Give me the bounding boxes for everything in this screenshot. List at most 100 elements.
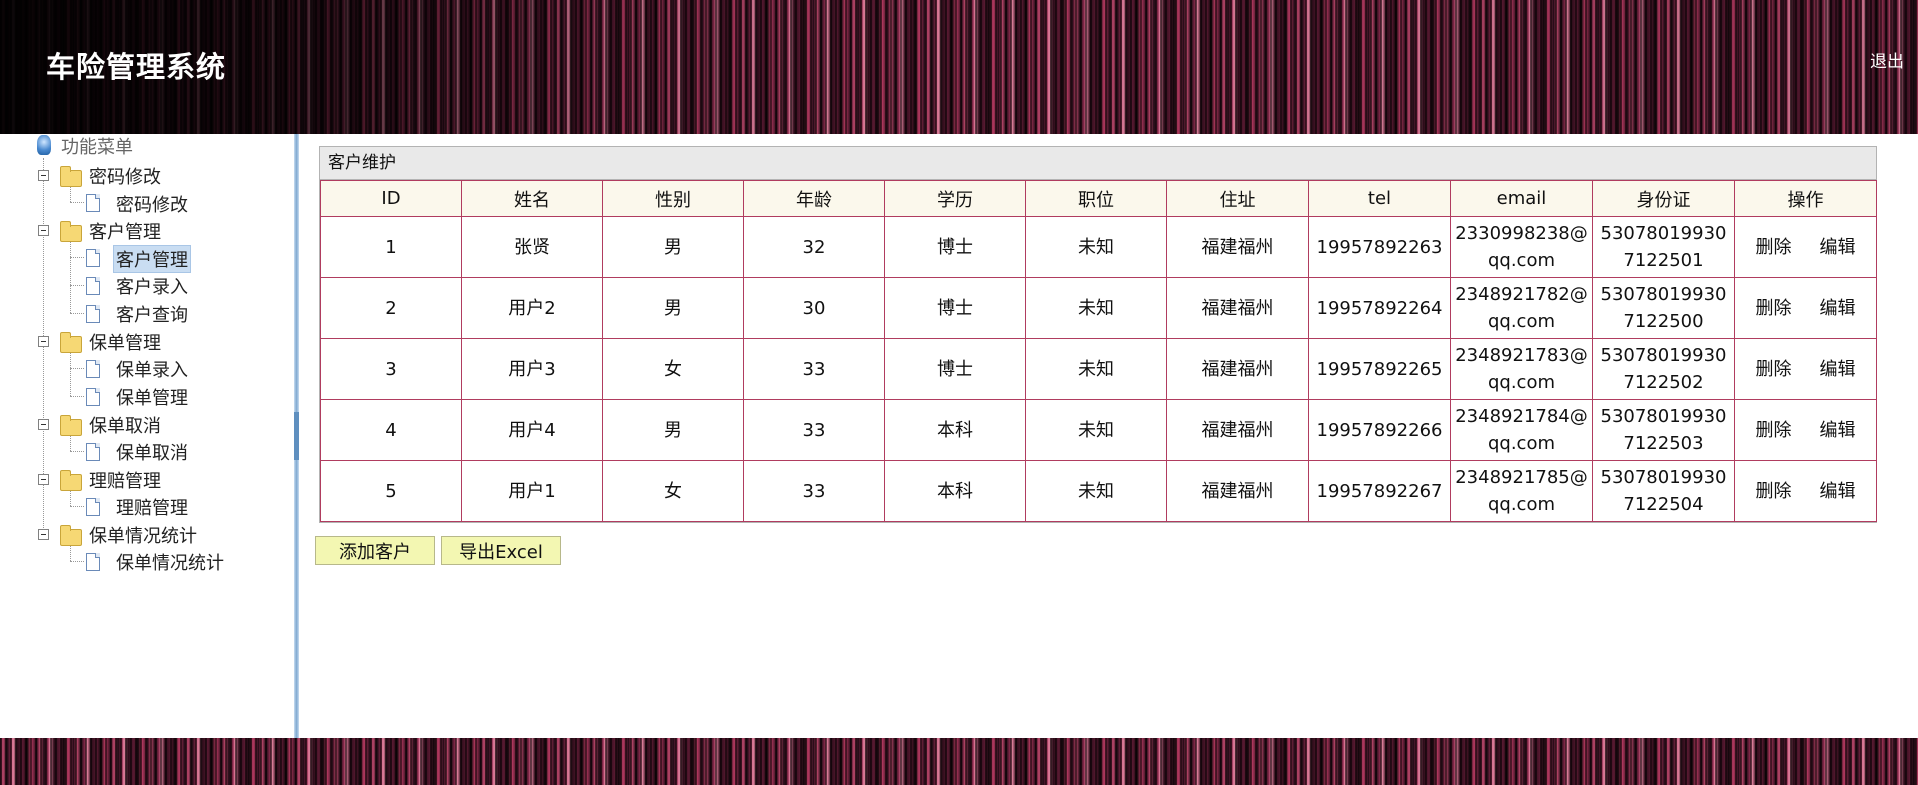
delete-link[interactable]: 删除: [1756, 420, 1792, 441]
cell-id: 2: [320, 277, 462, 339]
menu-item-customer-query[interactable]: 客户查询: [116, 301, 188, 327]
cell-name: 用户1: [461, 460, 603, 522]
cell-email: 2330998238@qq.com: [1450, 216, 1593, 278]
tree-branch-line: [70, 202, 84, 203]
cell-name: 用户4: [461, 399, 603, 461]
collapse-toggle-icon[interactable]: [38, 529, 49, 540]
menu-item-policy-manage[interactable]: 保单管理: [116, 384, 188, 410]
cell-education: 博士: [884, 338, 1026, 400]
cell-education: 博士: [884, 277, 1026, 339]
menu-item-policy-stats[interactable]: 保单情况统计: [116, 549, 224, 575]
page-icon: [86, 360, 100, 378]
collapse-toggle-icon[interactable]: [38, 336, 49, 347]
menu-item-customer-entry[interactable]: 客户录入: [116, 273, 188, 299]
collapse-toggle-icon[interactable]: [38, 419, 49, 430]
cell-address: 福建福州: [1166, 338, 1309, 400]
collapse-toggle-icon[interactable]: [38, 474, 49, 485]
menu-item-claims-manage[interactable]: 理赔管理: [116, 494, 188, 520]
column-header: 操作: [1734, 180, 1877, 217]
page-icon: [86, 277, 100, 295]
table-row: 5 用户1 女 33 本科 未知 福建福州 19957892267 234892…: [320, 460, 1877, 522]
table-header-row: ID 姓名 性别 年龄 学历 职位 住址 tel email 身份证 操作: [320, 180, 1877, 217]
tree-branch-line: [70, 506, 84, 507]
cell-age: 32: [743, 216, 885, 278]
collapse-toggle-icon[interactable]: [38, 225, 49, 236]
customer-table: ID 姓名 性别 年龄 学历 职位 住址 tel email 身份证 操作 1 …: [320, 180, 1877, 522]
cell-name: 张贤: [461, 216, 603, 278]
folder-open-icon: [60, 166, 82, 187]
cell-id-card: 530780199307122504: [1592, 460, 1735, 522]
cell-id-card: 530780199307122502: [1592, 338, 1735, 400]
delete-link[interactable]: 删除: [1756, 359, 1792, 380]
delete-link[interactable]: 删除: [1756, 298, 1792, 319]
customer-panel: 客户维护 ID 姓名 性别 年龄 学历 职位 住址 tel email 身份证 …: [319, 146, 1877, 523]
cell-email: 2348921784@qq.com: [1450, 399, 1593, 461]
cell-actions: 删除 编辑: [1734, 277, 1877, 339]
cell-actions: 删除 编辑: [1734, 460, 1877, 522]
header-banner: [0, 0, 1918, 134]
menu-group-claims[interactable]: 理赔管理: [89, 467, 161, 493]
computer-icon: [37, 135, 51, 155]
edit-link[interactable]: 编辑: [1820, 420, 1856, 441]
column-header: 性别: [602, 180, 744, 217]
menu-item-policy-cancel[interactable]: 保单取消: [116, 439, 188, 465]
cell-age: 33: [743, 399, 885, 461]
column-header: 住址: [1166, 180, 1309, 217]
cell-position: 未知: [1025, 399, 1167, 461]
edit-link[interactable]: 编辑: [1820, 237, 1856, 258]
tree-branch-line: [70, 187, 71, 202]
cell-gender: 女: [602, 460, 744, 522]
column-header: 职位: [1025, 180, 1167, 217]
menu-group-policy-cancel[interactable]: 保单取消: [89, 412, 161, 438]
cell-position: 未知: [1025, 216, 1167, 278]
menu-item-policy-entry[interactable]: 保单录入: [116, 356, 188, 382]
tree-branch-line: [70, 561, 84, 562]
cell-actions: 删除 编辑: [1734, 216, 1877, 278]
cell-education: 本科: [884, 399, 1026, 461]
cell-gender: 男: [602, 399, 744, 461]
cell-id: 5: [320, 460, 462, 522]
tree-branch-line: [70, 257, 84, 258]
cell-gender: 男: [602, 216, 744, 278]
folder-open-icon: [60, 470, 82, 491]
edit-link[interactable]: 编辑: [1820, 481, 1856, 502]
tree-branch-line: [70, 491, 71, 506]
page-icon: [86, 249, 100, 267]
cell-id-card: 530780199307122501: [1592, 216, 1735, 278]
edit-link[interactable]: 编辑: [1820, 359, 1856, 380]
cell-tel: 19957892265: [1308, 338, 1451, 400]
menu-group-password[interactable]: 密码修改: [89, 163, 161, 189]
menu-item-password-change[interactable]: 密码修改: [116, 191, 188, 217]
cell-position: 未知: [1025, 277, 1167, 339]
cell-tel: 19957892267: [1308, 460, 1451, 522]
delete-link[interactable]: 删除: [1756, 237, 1792, 258]
tree-branch-line: [70, 396, 84, 397]
cell-name: 用户2: [461, 277, 603, 339]
cell-tel: 19957892264: [1308, 277, 1451, 339]
cell-education: 博士: [884, 216, 1026, 278]
cell-age: 30: [743, 277, 885, 339]
table-row: 1 张贤 男 32 博士 未知 福建福州 19957892263 2330998…: [320, 216, 1877, 278]
export-excel-button[interactable]: 导出Excel: [441, 536, 561, 565]
collapse-toggle-icon[interactable]: [38, 170, 49, 181]
add-customer-button[interactable]: 添加客户: [315, 536, 435, 565]
column-header: 身份证: [1592, 180, 1735, 217]
delete-link[interactable]: 删除: [1756, 481, 1792, 502]
cell-actions: 删除 编辑: [1734, 338, 1877, 400]
menu-group-policy[interactable]: 保单管理: [89, 329, 161, 355]
column-header: 姓名: [461, 180, 603, 217]
page-icon: [86, 498, 100, 516]
cell-gender: 男: [602, 277, 744, 339]
logout-link[interactable]: 退出: [1870, 47, 1904, 72]
menu-group-customer[interactable]: 客户管理: [89, 218, 161, 244]
folder-open-icon: [60, 415, 82, 436]
tree-branch-line: [70, 368, 84, 369]
tree-branch-line: [70, 546, 71, 561]
menu-group-policy-stats[interactable]: 保单情况统计: [89, 522, 197, 548]
folder-open-icon: [60, 525, 82, 546]
menu-item-customer-manage[interactable]: 客户管理: [113, 245, 191, 273]
table-row: 4 用户4 男 33 本科 未知 福建福州 19957892266 234892…: [320, 399, 1877, 461]
folder-open-icon: [60, 221, 82, 242]
edit-link[interactable]: 编辑: [1820, 298, 1856, 319]
cell-email: 2348921782@qq.com: [1450, 277, 1593, 339]
